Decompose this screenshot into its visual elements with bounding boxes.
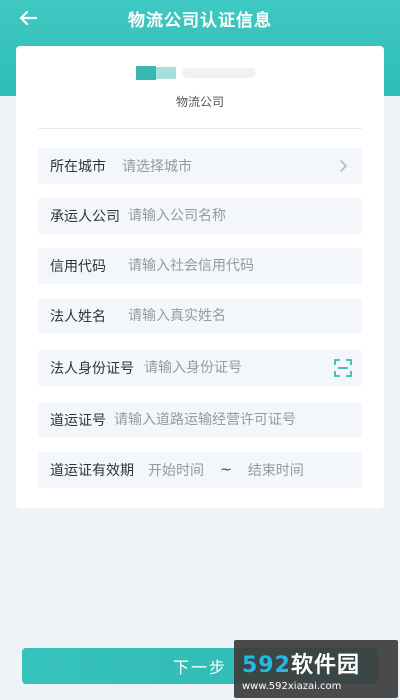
end-date-picker[interactable]: 结束时间 xyxy=(248,460,304,480)
carrier-company-label: 承运人公司 xyxy=(50,209,120,225)
permit-validity-label: 道运证有效期 xyxy=(50,463,134,479)
city-select[interactable]: 所在城市 请选择城市 xyxy=(38,148,362,184)
carrier-company-input[interactable] xyxy=(128,208,308,224)
transport-permit-field[interactable]: 道运证号 xyxy=(38,402,362,438)
legal-name-field[interactable]: 法人姓名 xyxy=(38,298,362,334)
company-header: 物流公司 xyxy=(16,46,384,130)
legal-name-label: 法人姓名 xyxy=(50,309,106,325)
divider xyxy=(38,128,362,129)
redaction-block xyxy=(182,68,256,78)
transport-permit-input[interactable] xyxy=(114,412,344,428)
watermark-brand-num: 592 xyxy=(242,652,291,678)
arrow-left-icon xyxy=(19,10,38,26)
scan-icon[interactable] xyxy=(334,359,352,377)
redaction-block xyxy=(156,67,176,79)
credit-code-input[interactable] xyxy=(128,258,328,274)
page-title: 物流公司认证信息 xyxy=(128,10,272,31)
carrier-company-field[interactable]: 承运人公司 xyxy=(38,198,362,234)
legal-name-input[interactable] xyxy=(128,308,328,324)
redaction-block xyxy=(136,66,156,80)
permit-validity-field[interactable]: 道运证有效期 开始时间 ~ 结束时间 xyxy=(38,452,362,488)
watermark-logo: 592软件园 www.592xiazai.com xyxy=(234,640,398,698)
date-range-separator: ~ xyxy=(220,462,232,478)
top-bar: 物流公司认证信息 xyxy=(0,0,400,36)
company-name-redacted xyxy=(136,66,264,80)
watermark-url: www.592xiazai.com xyxy=(242,680,342,692)
form-card: 物流公司 所在城市 请选择城市 承运人公司 信用代码 法人姓名 法人身份证号 道… xyxy=(16,46,384,508)
transport-permit-label: 道运证号 xyxy=(50,413,106,429)
company-type-label: 物流公司 xyxy=(175,95,224,109)
city-label: 所在城市 xyxy=(50,159,106,175)
start-date-picker[interactable]: 开始时间 xyxy=(148,460,204,480)
credit-code-field[interactable]: 信用代码 xyxy=(38,248,362,284)
city-placeholder: 请选择城市 xyxy=(122,159,192,175)
chevron-right-icon xyxy=(340,160,347,172)
legal-id-input[interactable] xyxy=(144,360,294,376)
watermark-brand: 592软件园 xyxy=(242,647,398,679)
legal-id-field[interactable]: 法人身份证号 xyxy=(38,350,362,386)
legal-id-label: 法人身份证号 xyxy=(50,361,134,377)
watermark-brand-text: 软件园 xyxy=(290,652,360,678)
credit-code-label: 信用代码 xyxy=(50,259,106,275)
back-button[interactable] xyxy=(14,4,42,32)
